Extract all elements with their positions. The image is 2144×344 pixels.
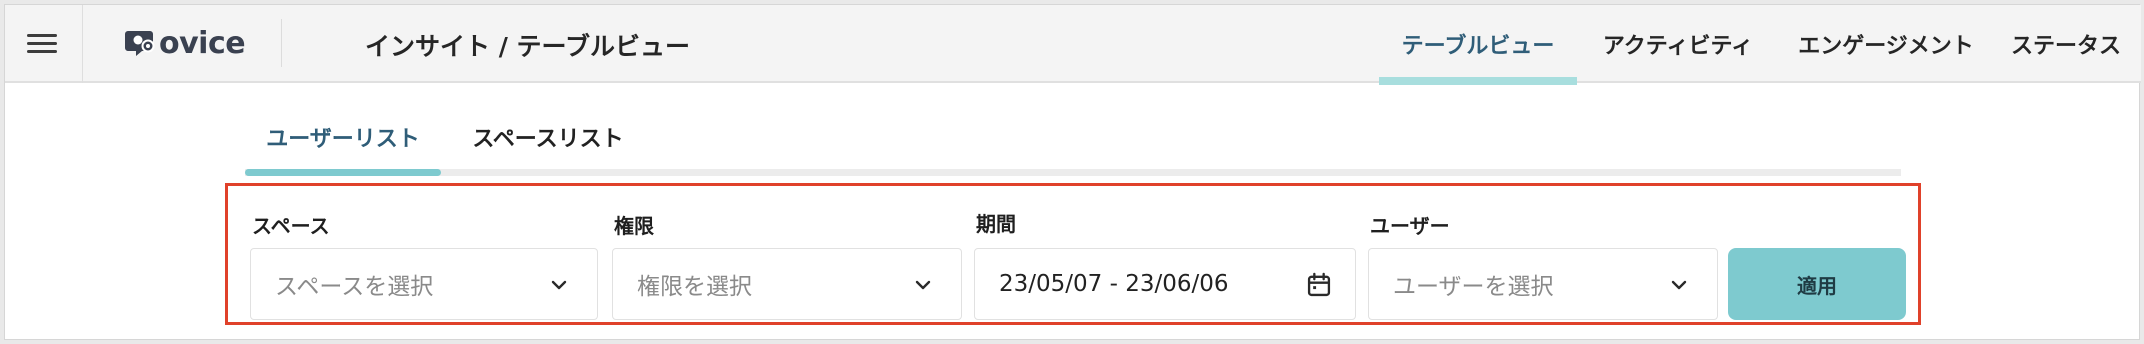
chevron-down-icon [915, 280, 931, 290]
hamburger-menu-button[interactable] [5, 5, 83, 83]
tab-track [245, 169, 1901, 176]
space-select-placeholder: スペースを選択 [275, 274, 434, 300]
nav-active-indicator [1379, 77, 1577, 85]
tab-active-indicator [245, 169, 441, 176]
filter-panel: スペース スペースを選択 権限 権限を選択 期間 23/05/07 - 23/0… [225, 183, 1921, 325]
nav-tab-engagement[interactable]: エンゲージメント [1781, 5, 1991, 83]
nav-tab-table-view[interactable]: テーブルビュー [1379, 5, 1577, 85]
nav-tab-label: アクティビティ [1602, 34, 1754, 59]
space-select[interactable]: スペースを選択 [250, 248, 598, 320]
tab-label: スペースリスト [472, 127, 624, 152]
logo-text: ovice [159, 25, 246, 61]
chevron-down-icon [551, 280, 567, 290]
nav-tab-label: ステータス [2010, 34, 2121, 59]
ovice-logo[interactable]: ovice [125, 23, 246, 63]
permission-filter-label: 権限 [614, 214, 654, 238]
nav-tab-label: エンゲージメント [1798, 34, 1974, 59]
top-header: ovice インサイト / テーブルビュー テーブルビュー アクティビティ エン… [5, 5, 2141, 85]
period-filter-label: 期間 [976, 212, 1016, 236]
tab-user-list[interactable]: ユーザーリスト [245, 105, 441, 169]
header-divider [281, 19, 282, 67]
user-filter-label: ユーザー [1370, 214, 1450, 238]
chevron-down-icon [1671, 280, 1687, 290]
permission-select[interactable]: 権限を選択 [612, 248, 962, 320]
page-title: インサイト / テーブルビュー [365, 32, 691, 61]
permission-select-placeholder: 権限を選択 [637, 274, 752, 300]
list-tabs: ユーザーリスト スペースリスト [245, 105, 1901, 177]
nav-tab-activity[interactable]: アクティビティ [1587, 5, 1769, 83]
app-window: ovice インサイト / テーブルビュー テーブルビュー アクティビティ エン… [4, 4, 2141, 340]
apply-button[interactable]: 適用 [1728, 248, 1906, 320]
period-date-range-value: 23/05/07 - 23/06/06 [999, 271, 1229, 297]
space-filter-label: スペース [252, 214, 330, 238]
ovice-logo-icon [125, 31, 155, 56]
tab-space-list[interactable]: スペースリスト [459, 105, 637, 169]
nav-tab-label: テーブルビュー [1401, 34, 1555, 59]
user-select[interactable]: ユーザーを選択 [1368, 248, 1718, 320]
user-select-placeholder: ユーザーを選択 [1393, 274, 1554, 300]
period-date-range-input[interactable]: 23/05/07 - 23/06/06 [974, 248, 1356, 320]
tab-label: ユーザーリスト [266, 127, 420, 152]
nav-tab-status[interactable]: ステータス [2001, 5, 2131, 83]
calendar-icon[interactable] [1305, 271, 1333, 299]
